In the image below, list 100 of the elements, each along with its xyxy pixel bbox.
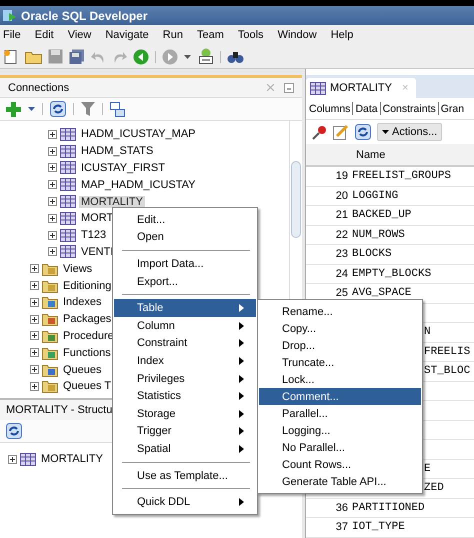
menu-item[interactable]: No Parallel... (259, 439, 421, 456)
menu-item[interactable]: Statistics (114, 387, 256, 405)
expand-icon[interactable] (48, 214, 57, 223)
table-icon (60, 195, 76, 208)
row-number: 20 (334, 190, 349, 202)
scrollbar-thumb[interactable] (291, 161, 301, 238)
menu-bar-item[interactable]: File (3, 29, 21, 41)
minimize-icon[interactable] (284, 82, 294, 92)
tree-item[interactable]: ICUSTAY_FIRST (79, 162, 167, 174)
tree-item[interactable]: Editioning (61, 280, 114, 292)
expand-icon[interactable] (48, 146, 57, 156)
menu-item[interactable]: Constraint (114, 334, 256, 352)
dropdown-caret-icon[interactable] (28, 107, 35, 111)
expand-icon[interactable] (30, 264, 39, 274)
filter-icon[interactable] (81, 102, 95, 116)
menu-item[interactable]: Logging... (259, 422, 421, 439)
menu-item[interactable]: Quick DDL (114, 493, 256, 511)
subtab[interactable]: Columns (309, 102, 350, 114)
menu-bar-item[interactable]: View (68, 29, 92, 41)
expand-icon[interactable] (30, 348, 39, 358)
folder-icon (42, 362, 58, 377)
tree-item[interactable]: MORT (79, 212, 116, 224)
menu-item[interactable]: Comment... (259, 388, 421, 405)
actions-button[interactable]: Actions... (377, 123, 442, 141)
menu-item[interactable]: Table (114, 299, 256, 317)
expand-icon[interactable] (8, 454, 17, 464)
menu-bar-item[interactable]: Team (196, 29, 224, 41)
subtab[interactable]: Data (355, 102, 378, 114)
menu-item[interactable]: Spatial (114, 440, 256, 458)
tree-item[interactable]: Views (61, 262, 94, 275)
menu-item[interactable]: Use as Template... (114, 466, 256, 484)
folder-icon[interactable] (25, 50, 42, 64)
edit-icon[interactable] (333, 124, 349, 140)
save-all-icon[interactable] (69, 48, 85, 64)
menu-item[interactable]: Rename... (259, 303, 421, 320)
menu-bar-item[interactable]: Help (330, 29, 354, 41)
refresh-icon[interactable] (50, 101, 66, 117)
menu-item[interactable]: Index (114, 352, 256, 370)
tree-item[interactable]: Queues T (61, 380, 114, 392)
tree-item[interactable]: MORTALITY (79, 196, 145, 208)
menu-item[interactable]: Import Data... (114, 255, 256, 273)
expand-icon[interactable] (48, 163, 57, 172)
subtab[interactable]: Constraints (382, 102, 436, 114)
menu-item[interactable]: Column (114, 316, 256, 335)
dropdown-caret-icon[interactable] (184, 54, 191, 58)
menu-item[interactable]: Storage (114, 404, 256, 423)
tree-item[interactable]: Procedure (61, 330, 116, 342)
tree-item[interactable]: Queues (61, 364, 104, 376)
menu-item[interactable]: Export... (114, 272, 256, 290)
expand-icon[interactable] (48, 197, 57, 206)
menu-item[interactable]: Truncate... (259, 354, 421, 371)
menu-item[interactable]: Lock... (259, 371, 421, 388)
menu-item[interactable]: Edit... (114, 211, 256, 229)
tree-item[interactable]: HADM_ICUSTAY_MAP (79, 128, 198, 140)
row-number: 36 (334, 502, 349, 514)
tree-item[interactable]: MAP_HADM_ICUSTAY (79, 178, 198, 191)
expand-icon[interactable] (30, 331, 39, 340)
add-icon[interactable] (6, 102, 21, 116)
menu-item[interactable]: Drop... (259, 337, 421, 354)
menu-bar-item[interactable]: Window (278, 29, 317, 41)
menu-bar-item[interactable]: Run (162, 29, 183, 41)
windows-icon[interactable] (110, 102, 125, 116)
tree-item[interactable]: MORTALITY (39, 453, 105, 466)
tree-item[interactable]: Functions (61, 346, 113, 359)
table-icon (60, 212, 76, 225)
editor-tab[interactable]: MORTALITY × (306, 78, 416, 98)
expand-icon[interactable] (30, 281, 39, 290)
menu-item[interactable]: Privileges (114, 370, 256, 388)
table-cell: NUM_ROWS (352, 228, 405, 241)
menu-bar-item[interactable]: Edit (34, 29, 54, 41)
expand-icon[interactable] (30, 298, 39, 307)
expand-icon[interactable] (48, 230, 57, 240)
column-header[interactable]: Name (352, 148, 386, 160)
pushpin-icon[interactable] (312, 124, 327, 140)
menu-item[interactable]: Copy... (259, 320, 421, 337)
menu-item[interactable]: Count Rows... (259, 456, 421, 473)
expand-icon[interactable] (48, 130, 57, 139)
menu-item[interactable]: Parallel... (259, 405, 421, 422)
refresh-icon[interactable] (355, 124, 371, 140)
new-file-icon[interactable] (3, 48, 19, 64)
sql-worksheet-icon[interactable] (197, 48, 214, 65)
expand-icon[interactable] (30, 314, 39, 324)
expand-icon[interactable] (48, 180, 57, 190)
menu-bar-item[interactable]: Tools (238, 29, 264, 41)
expand-icon[interactable] (30, 382, 39, 391)
expand-icon[interactable] (48, 247, 57, 256)
tree-item[interactable]: HADM_STATS (79, 145, 156, 158)
submenu-arrow-icon (239, 322, 244, 330)
tree-item[interactable]: T123 (79, 229, 108, 242)
folder-icon (42, 379, 58, 394)
menu-bar-item[interactable]: Navigate (105, 29, 149, 41)
back-icon[interactable] (133, 48, 149, 64)
tree-item[interactable]: Indexes (61, 296, 104, 308)
subtab[interactable]: Gran (440, 102, 464, 114)
binoculars-icon[interactable] (227, 50, 244, 64)
tree-item[interactable]: Packages (61, 313, 114, 326)
menu-item[interactable]: Open (114, 228, 256, 246)
refresh-icon[interactable] (6, 423, 22, 439)
expand-icon[interactable] (30, 365, 39, 374)
menu-item[interactable]: Generate Table API... (259, 473, 421, 490)
